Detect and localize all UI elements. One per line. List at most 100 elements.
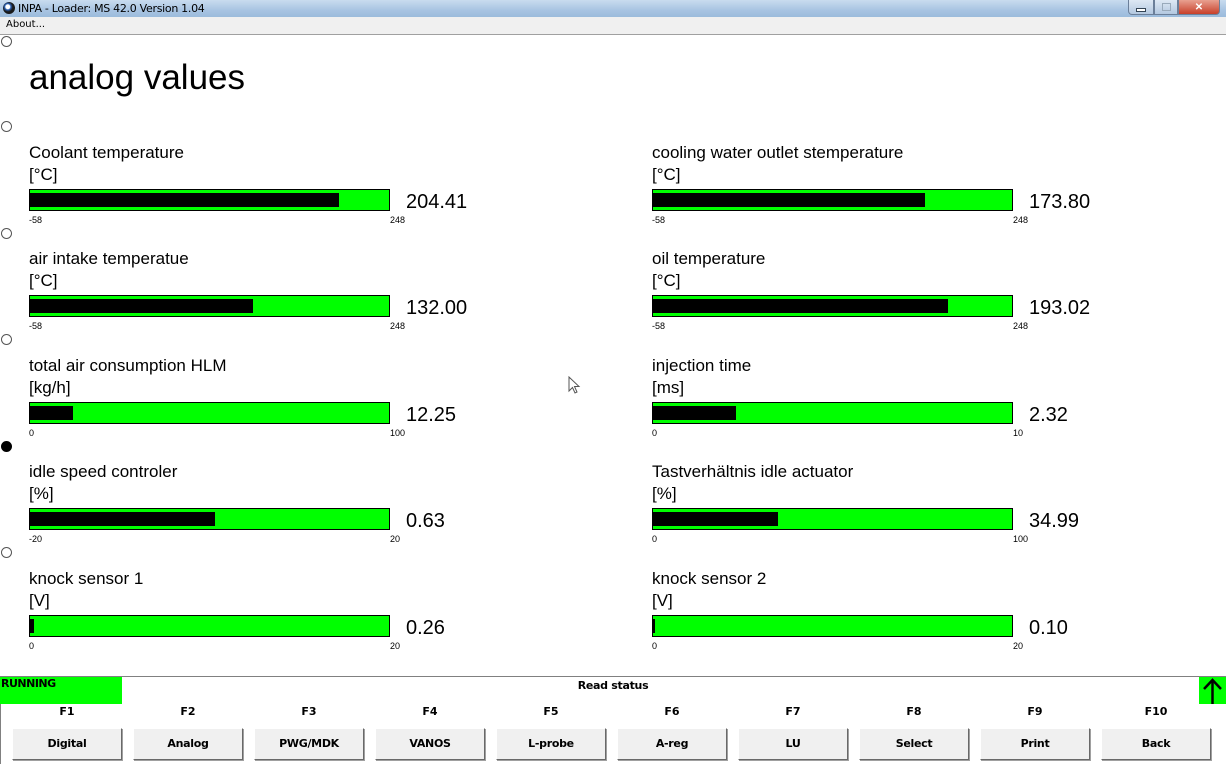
gauge-bar (652, 295, 1013, 317)
radio-button[interactable] (1, 547, 12, 558)
gauge-unit: [°C] (652, 165, 681, 184)
gauge-label: idle speed controler (29, 462, 178, 481)
fkey-button-digital[interactable]: Digital (12, 728, 122, 760)
gauge-label: air intake temperatue (29, 249, 189, 268)
function-key-label: F9 (1027, 705, 1043, 718)
minimize-button[interactable] (1128, 0, 1154, 15)
gauge-unit: [°C] (29, 271, 58, 290)
fkey-button-a-reg[interactable]: A-reg (617, 728, 727, 760)
gauge-unit: [%] (29, 484, 54, 503)
gauge-bar-fill (653, 406, 736, 420)
gauge-bar (29, 508, 390, 530)
gauge: knock sensor 1 [V] 0.26 0 20 (29, 569, 499, 659)
gauge-bar (29, 615, 390, 637)
gauge-bar (29, 402, 390, 424)
function-key-label: F5 (543, 705, 559, 718)
gauge-value: 193.02 (1029, 297, 1091, 319)
gauge-unit: [°C] (29, 165, 58, 184)
window-title: INPA - Loader: MS 42.0 Version 1.04 (18, 2, 205, 15)
gauge-unit: [%] (652, 484, 677, 503)
fkey-button-back[interactable]: Back (1101, 728, 1211, 760)
gauge: Tastverhältnis idle actuator [%] 34.99 0 100 (652, 462, 1122, 552)
radio-button[interactable] (1, 228, 12, 239)
page-title: analog values (29, 58, 245, 97)
gauge-max-label: 10 (1013, 428, 1024, 438)
gauge-label: knock sensor 2 (652, 569, 767, 588)
gauge: idle speed controler [%] 0.63 -20 20 (29, 462, 499, 552)
gauge-max-label: 100 (1013, 534, 1029, 544)
gauge-max-label: 20 (1013, 641, 1024, 651)
function-key-label: F8 (906, 705, 922, 718)
gauge-label: Coolant temperature (29, 143, 184, 162)
fkey-button-analog[interactable]: Analog (133, 728, 243, 760)
gauge: knock sensor 2 [V] 0.10 0 20 (652, 569, 1122, 659)
gauge-value: 2.32 (1029, 404, 1068, 426)
function-key-label: F4 (422, 705, 438, 718)
close-icon: ✕ (1194, 1, 1204, 13)
gauge-bar (652, 402, 1013, 424)
gauge-min-label: 0 (29, 641, 35, 651)
radio-button[interactable] (1, 121, 12, 132)
window-controls: ✕ (1128, 0, 1220, 15)
gauge-unit: [V] (652, 591, 673, 610)
gauge-label: total air consumption HLM (29, 356, 227, 375)
gauge-max-label: 248 (390, 321, 406, 331)
gauge-bar (29, 295, 390, 317)
menu-bar: About... (0, 17, 1226, 35)
gauge-bar (652, 508, 1013, 530)
gauge-unit: [V] (29, 591, 50, 610)
gauge-min-label: -58 (652, 215, 666, 225)
status-message: Read status (577, 679, 649, 692)
gauge-bar-fill (653, 193, 925, 207)
status-bar: RUNNING Read status F1 Digital F2 Analog F3 P… (0, 676, 1226, 764)
close-button[interactable]: ✕ (1178, 0, 1220, 15)
function-key-label: F6 (664, 705, 680, 718)
fkey-button-pwg-mdk[interactable]: PWG/MDK (254, 728, 364, 760)
gauge-bar (652, 189, 1013, 211)
fkey-button-lu[interactable]: LU (738, 728, 848, 760)
gauge-min-label: -58 (29, 215, 43, 225)
fkey-button-vanos[interactable]: VANOS (375, 728, 485, 760)
radio-button[interactable] (1, 441, 12, 452)
gauge-value: 12.25 (406, 404, 457, 426)
gauge-unit: [ms] (652, 378, 685, 397)
bmw-logo-icon (3, 2, 15, 14)
gauge-min-label: -58 (652, 321, 666, 331)
gauge-bar-fill (30, 619, 34, 633)
gauge-min-label: -20 (29, 534, 43, 544)
fkey-button-select[interactable]: Select (859, 728, 969, 760)
gauge: Coolant temperature [°C] 204.41 -58 248 (29, 143, 499, 233)
gauge: oil temperature [°C] 193.02 -58 248 (652, 249, 1122, 339)
gauge-label: oil temperature (652, 249, 766, 268)
menu-about[interactable]: About... (6, 19, 45, 30)
function-key-label: F2 (180, 705, 196, 718)
gauge-max-label: 248 (1013, 321, 1029, 331)
gauge-label: cooling water outlet stemperature (652, 143, 904, 162)
gauge-bar (652, 615, 1013, 637)
gauge-label: Tastverhältnis idle actuator (652, 462, 854, 481)
gauge-max-label: 248 (390, 215, 406, 225)
gauge-bar-fill (653, 299, 948, 313)
gauge-bar-fill (653, 619, 655, 633)
gauge-value: 132.00 (406, 297, 468, 319)
gauge: cooling water outlet stemperature [°C] 173… (652, 143, 1122, 233)
up-arrow-icon[interactable] (1199, 677, 1226, 704)
gauge-max-label: 248 (1013, 215, 1029, 225)
gauge-unit: [°C] (652, 271, 681, 290)
gauge-value: 0.10 (1029, 617, 1068, 639)
gauge-bar-fill (30, 512, 215, 526)
function-key-label: F10 (1144, 705, 1168, 718)
gauge-unit: [kg/h] (29, 378, 71, 397)
gauge-max-label: 20 (390, 641, 401, 651)
gauge-value: 173.80 (1029, 191, 1091, 213)
gauge-label: knock sensor 1 (29, 569, 144, 588)
gauge-bar-fill (653, 512, 778, 526)
radio-button[interactable] (1, 36, 12, 47)
gauge-min-label: 0 (652, 641, 658, 651)
maximize-button[interactable] (1154, 0, 1178, 15)
radio-button[interactable] (1, 334, 12, 345)
fkey-button-l-probe[interactable]: L-probe (496, 728, 606, 760)
minimize-icon (1136, 7, 1146, 12)
fkey-button-print[interactable]: Print (980, 728, 1090, 760)
gauge-value: 0.63 (406, 510, 445, 532)
